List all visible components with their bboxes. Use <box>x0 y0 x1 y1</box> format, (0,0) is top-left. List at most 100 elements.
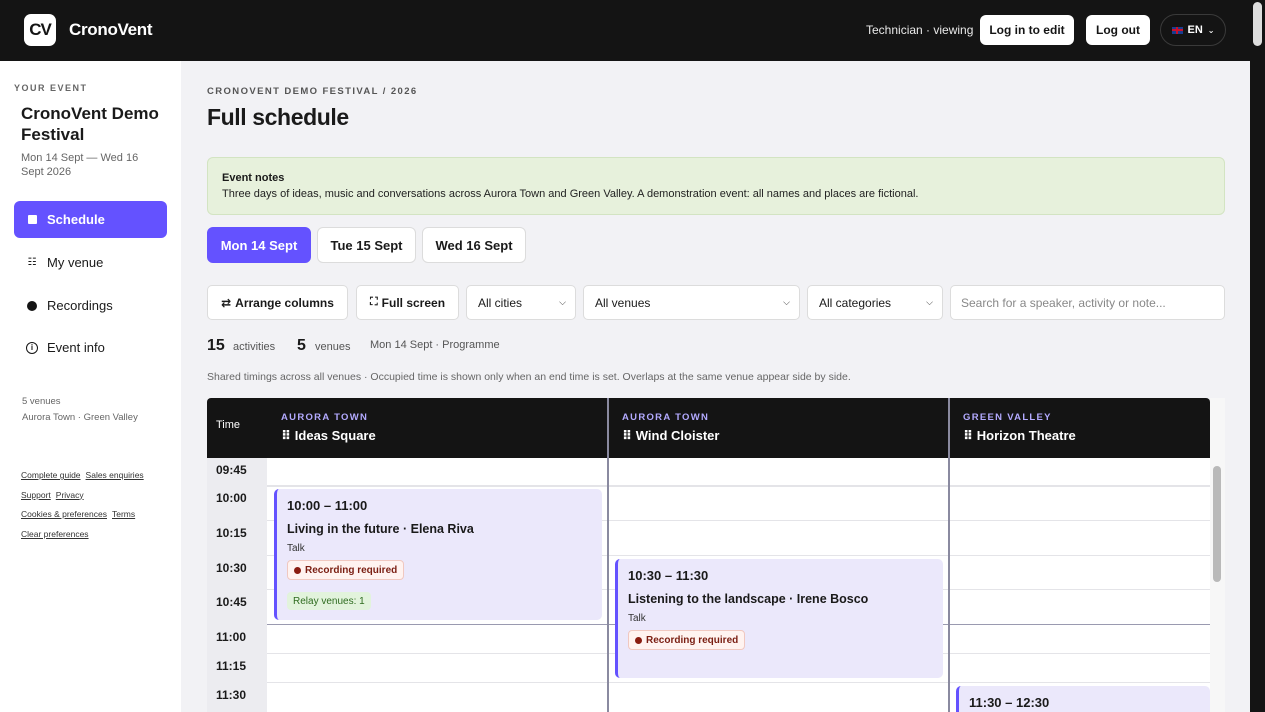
full-screen-button[interactable]: ⛶ Full screen <box>356 285 459 320</box>
activities-count: 15 <box>207 337 225 354</box>
schedule-event[interactable]: 11:30 – 12:30 <box>956 686 1210 712</box>
venue-name: ⠿ Horizon Theatre <box>963 428 1076 443</box>
event-dates: Mon 14 Sept — Wed 16 Sept 2026 <box>21 152 139 178</box>
role-status: Technician · viewing <box>866 23 974 37</box>
venue-count: 5 venues <box>22 396 61 407</box>
recording-required-badge: Recording required <box>287 560 405 580</box>
breadcrumb: CRONOVENT DEMO FESTIVAL / 2026 <box>207 86 418 97</box>
tab-day-mon[interactable]: Mon 14 Sept <box>207 227 311 263</box>
categories-select-value: All categories <box>819 295 892 310</box>
search-placeholder: Search for a speaker, activity or note..… <box>961 295 1166 310</box>
venue-column-header[interactable]: AURORA TOWN ⠿ Ideas Square <box>267 398 608 458</box>
drag-handle-icon[interactable]: ⠿ <box>963 428 973 443</box>
record-dot-icon <box>25 300 39 311</box>
privacy-link[interactable]: Privacy <box>56 490 84 500</box>
time-slot-label: 09:45 <box>216 463 247 477</box>
slot-line <box>267 682 1210 683</box>
sidebar-item-my-venue[interactable]: ☷ My venue <box>14 244 167 281</box>
categories-select[interactable]: All categories ⌵ <box>807 285 943 320</box>
sidebar-item-label: Schedule <box>47 212 105 227</box>
venue-name: ⠿ Wind Cloister <box>622 428 720 443</box>
venue-name: ⠿ Ideas Square <box>281 428 376 443</box>
tab-day-wed[interactable]: Wed 16 Sept <box>422 227 526 263</box>
cities-select-value: All cities <box>478 295 523 310</box>
sidebar-item-recordings[interactable]: Recordings <box>14 287 167 324</box>
time-slot-label: 10:45 <box>216 595 247 609</box>
login-to-edit-button[interactable]: Log in to edit <box>980 15 1074 45</box>
sidebar-item-label: Event info <box>47 340 105 355</box>
venue-column-header[interactable]: GREEN VALLEY ⠿ Horizon Theatre <box>949 398 1210 458</box>
activities-label: activities <box>233 341 276 353</box>
venues-select[interactable]: All venues ⌵ <box>583 285 800 320</box>
schedule-event[interactable]: 10:30 – 11:30 Listening to the landscape… <box>615 559 943 678</box>
event-notes: Event notes Three days of ideas, music a… <box>207 157 1225 215</box>
drag-handle-icon[interactable]: ⠿ <box>281 428 291 443</box>
language-selector[interactable]: EN ⌄ <box>1160 14 1226 46</box>
search-input[interactable]: Search for a speaker, activity or note..… <box>950 285 1225 320</box>
schedule-grid: Time AURORA TOWN ⠿ Ideas Square AURORA T… <box>207 398 1210 712</box>
time-slot-label: 11:30 <box>216 688 247 702</box>
sidebar: YOUR EVENT CronoVent Demo Festival Mon 1… <box>0 61 181 712</box>
complete-guide-link[interactable]: Complete guide <box>21 470 81 480</box>
grid-header: Time AURORA TOWN ⠿ Ideas Square AURORA T… <box>207 398 1210 458</box>
page-title: Full schedule <box>207 104 349 130</box>
time-slot-label: 11:15 <box>216 659 247 673</box>
logo-mark[interactable]: CV <box>24 14 56 46</box>
event-title: Living in the future · Elena Riva <box>287 522 474 536</box>
tab-day-tue[interactable]: Tue 15 Sept <box>317 227 416 263</box>
list-icon: ☷ <box>27 257 37 268</box>
record-dot-icon <box>294 566 301 574</box>
clear-preferences-link[interactable]: Clear preferences <box>21 529 89 539</box>
chevron-down-icon: ⌄ <box>1207 25 1215 35</box>
time-slot-label: 10:30 <box>216 561 247 575</box>
sales-enquiries-link[interactable]: Sales enquiries <box>86 470 144 480</box>
support-link[interactable]: Support <box>21 490 51 500</box>
event-notes-body: Three days of ideas, music and conversat… <box>222 188 919 200</box>
drag-handle-icon[interactable]: ⠿ <box>622 428 632 443</box>
sidebar-item-schedule[interactable]: Schedule <box>14 201 167 238</box>
arrange-columns-button[interactable]: ⇄ Arrange columns <box>207 285 348 320</box>
sidebar-kicker: YOUR EVENT <box>14 83 88 93</box>
top-bar: CV CronoVent Technician · viewing Log in… <box>0 0 1250 61</box>
timing-hint: Shared timings across all venues · Occup… <box>207 371 851 383</box>
time-slot-label: 11:00 <box>216 630 247 644</box>
venue-city: AURORA TOWN <box>622 412 710 423</box>
page-scrollbar-thumb[interactable] <box>1253 2 1262 46</box>
footer-links: Complete guide Sales enquiries Support Pri… <box>21 466 171 544</box>
time-slot-label: 10:15 <box>216 526 247 540</box>
hour-line <box>267 485 1210 487</box>
chevron-down-icon: ⌵ <box>926 297 933 307</box>
schedule-event[interactable]: 10:00 – 11:00 Living in the future · Ele… <box>274 489 602 620</box>
venue-city: GREEN VALLEY <box>963 412 1052 423</box>
cities-select[interactable]: All cities ⌵ <box>466 285 576 320</box>
page-scrollbar[interactable] <box>1250 0 1265 712</box>
venue-summary: 5 venues Aurora Town · Green Valley <box>22 394 138 426</box>
info-icon: i <box>25 341 39 354</box>
fullscreen-icon: ⛶ <box>369 296 378 308</box>
venues-select-value: All venues <box>595 295 651 310</box>
event-type: Talk <box>287 543 305 554</box>
time-slot-label: 10:00 <box>216 491 247 505</box>
event-time: 11:30 – 12:30 <box>969 695 1050 710</box>
time-column-header: Time <box>216 419 241 431</box>
sidebar-item-label: Recordings <box>47 298 113 313</box>
venue-column-header[interactable]: AURORA TOWN ⠿ Wind Cloister <box>608 398 949 458</box>
logout-button[interactable]: Log out <box>1086 15 1150 45</box>
terms-link[interactable]: Terms <box>112 509 135 519</box>
uk-flag-icon <box>1171 26 1183 34</box>
sidebar-item-label: My venue <box>47 255 104 270</box>
app-name[interactable]: CronoVent <box>69 20 153 40</box>
language-label: EN <box>1187 24 1203 36</box>
recording-required-badge: Recording required <box>628 630 746 650</box>
grid-square-icon <box>25 215 39 224</box>
sidebar-item-event-info[interactable]: i Event info <box>14 329 167 366</box>
event-title: CronoVent Demo Festival <box>21 104 159 144</box>
grid-scrollbar-thumb[interactable] <box>1213 466 1221 582</box>
event-time: 10:00 – 11:00 <box>287 498 368 513</box>
event-notes-title: Event notes <box>222 172 285 184</box>
record-dot-icon <box>635 636 642 644</box>
full-screen-label: Full screen <box>381 295 446 310</box>
chevron-down-icon: ⌵ <box>783 297 790 307</box>
cookies-link[interactable]: Cookies & preferences <box>21 509 107 519</box>
chevron-down-icon: ⌵ <box>559 297 566 307</box>
